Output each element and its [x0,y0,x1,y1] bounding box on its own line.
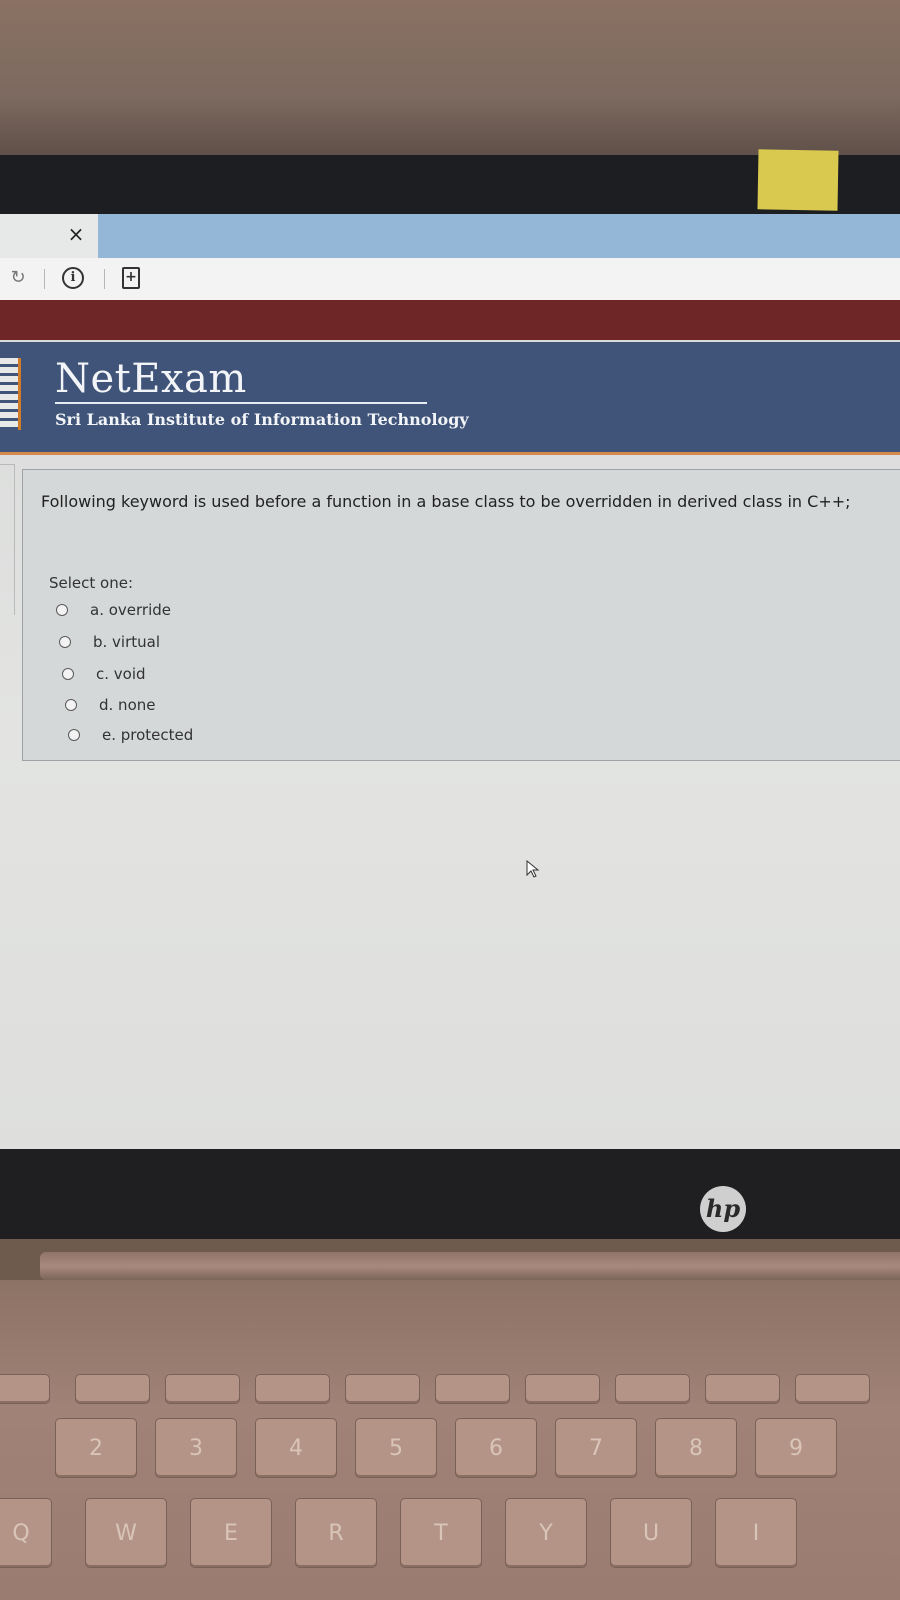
browser-tab-active[interactable] [98,214,900,258]
institute-name: Sri Lanka Institute of Information Techn… [55,410,469,429]
site-header: NetExam Sri Lanka Institute of Informati… [0,342,900,452]
keyboard-key-7: 7 [555,1418,637,1478]
brand-title: NetExam [55,356,247,402]
reload-icon[interactable]: ↻ [6,266,30,290]
option-label[interactable]: d. none [99,696,155,714]
keyboard-key-8: 8 [655,1418,737,1478]
keyboard-key [165,1374,240,1404]
keyboard-key [615,1374,690,1404]
keyboard-key-t: T [400,1498,482,1568]
background-wall [0,0,900,160]
question-text: Following keyword is used before a funct… [41,492,851,511]
keyboard-key-9: 9 [755,1418,837,1478]
keyboard-key [255,1374,330,1404]
radio-button[interactable] [62,668,74,680]
keyboard-key-6: 6 [455,1418,537,1478]
answer-option-d[interactable]: d. none [65,694,155,716]
option-label[interactable]: e. protected [102,726,193,744]
keyboard-key-q: Q [0,1498,52,1568]
radio-button[interactable] [65,699,77,711]
hp-logo: hp [700,1186,746,1232]
laptop-hinge [40,1252,900,1280]
option-label[interactable]: c. void [96,665,146,683]
keyboard-key [435,1374,510,1404]
radio-button[interactable] [56,604,68,616]
keyboard-key-4: 4 [255,1418,337,1478]
option-label[interactable]: a. override [90,601,171,619]
institute-logo-icon [0,358,21,430]
keyboard-key-r: R [295,1498,377,1568]
keyboard-key-y: Y [505,1498,587,1568]
brand-underline [55,402,427,404]
option-label[interactable]: b. virtual [93,633,160,651]
select-one-label: Select one: [49,574,134,592]
address-bar: ↻ i + [0,258,900,301]
radio-button[interactable] [68,729,80,741]
keyboard-key-i: I [715,1498,797,1568]
keyboard-key [0,1374,50,1404]
sticky-note [757,149,839,211]
keyboard-key-2: 2 [55,1418,137,1478]
laptop-screen: × ↻ i + NetExam Sri Lanka Institute of I… [0,214,900,1149]
top-banner-band [0,300,900,340]
keyboard-key-3: 3 [155,1418,237,1478]
laptop-bezel-bottom [0,1149,900,1239]
answer-option-e[interactable]: e. protected [68,724,193,746]
answer-option-c[interactable]: c. void [62,663,146,685]
close-tab-icon[interactable]: × [64,222,88,246]
toolbar-divider [104,269,105,289]
browser-tab-strip: × [0,214,900,258]
keyboard-key-e: E [190,1498,272,1568]
mouse-cursor-icon [526,860,540,878]
side-panel-edge [0,464,15,615]
header-accent-line [0,452,900,455]
page-info-icon[interactable]: + [122,267,140,289]
keyboard-key [795,1374,870,1404]
keyboard-key-u: U [610,1498,692,1568]
keyboard-key [525,1374,600,1404]
info-icon[interactable]: i [62,267,84,289]
radio-button[interactable] [59,636,71,648]
keyboard-key [705,1374,780,1404]
keyboard-key-w: W [85,1498,167,1568]
answer-option-a[interactable]: a. override [56,599,171,621]
toolbar-divider [44,269,45,289]
answer-option-b[interactable]: b. virtual [59,631,160,653]
keyboard-key-5: 5 [355,1418,437,1478]
keyboard-key [345,1374,420,1404]
keyboard-deck: 2 3 4 5 6 7 8 9 Q W E R T Y U I [0,1280,900,1600]
keyboard-key [75,1374,150,1404]
question-card: Following keyword is used before a funct… [22,469,900,761]
